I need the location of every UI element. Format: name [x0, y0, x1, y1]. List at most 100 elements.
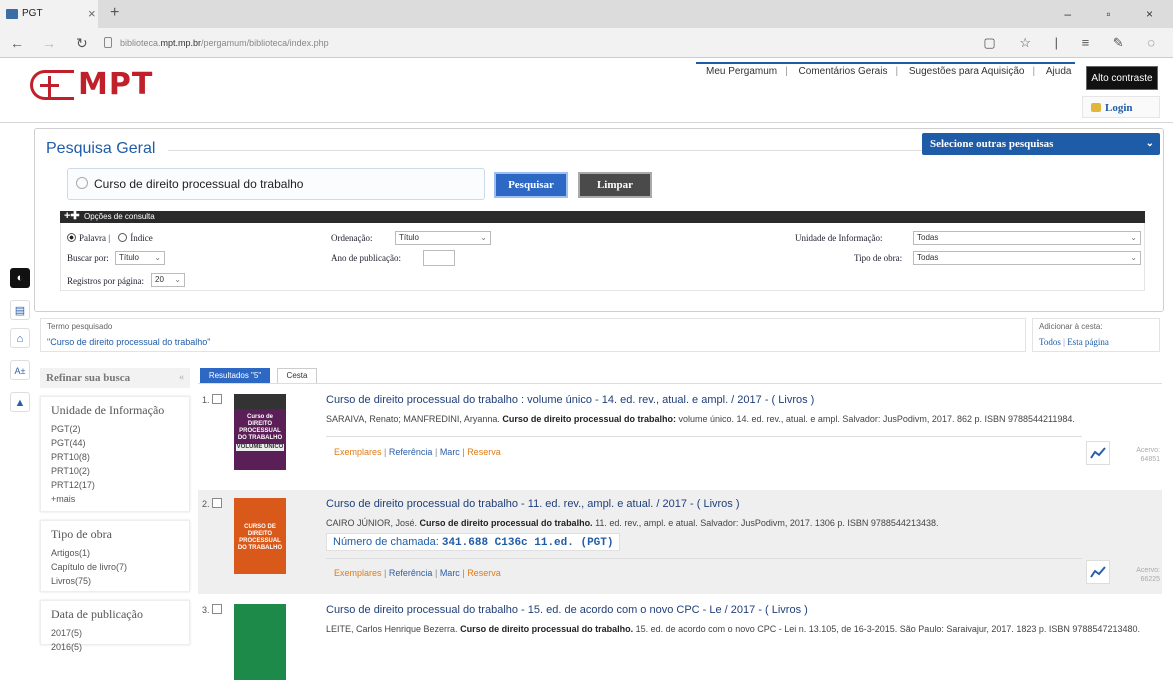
refine-item[interactable]: PRT10(8)	[51, 450, 189, 464]
radio-indice[interactable]	[118, 233, 128, 242]
back-arrow-icon[interactable]: ←	[10, 28, 24, 58]
unidade-select[interactable]: Todas ⌄	[913, 231, 1141, 245]
stats-icon[interactable]	[1086, 441, 1110, 465]
browser-tab-bar	[0, 0, 1173, 28]
link-referencia[interactable]: Referência	[389, 568, 433, 578]
link-ajuda[interactable]: Ajuda	[1042, 66, 1076, 77]
address-bar: ← → ↻ biblioteca.mpt.mp.br/pergamum/bibl…	[0, 28, 1173, 58]
book-cover[interactable]: Curso de DIREITO PROCESSUAL DO TRABALHO VOLU…	[234, 394, 286, 470]
result-links: Exemplares | Referência | Marc | Reserva	[334, 568, 501, 578]
url-field[interactable]: biblioteca.mpt.mp.br/pergamum/biblioteca…	[120, 28, 329, 58]
library-icon[interactable]: ▤	[10, 300, 30, 320]
link-marc[interactable]: Marc	[440, 568, 460, 578]
buscar-por-label: Buscar por:	[67, 253, 109, 263]
result-description: CAIRO JÚNIOR, José. Curso de direito pro…	[326, 518, 939, 528]
registros-label: Registros por página:	[67, 276, 144, 286]
top-links: Meu Pergamum | Comentários Gerais | Sugest…	[696, 62, 1076, 82]
refine-item[interactable]: PGT(2)	[51, 422, 189, 436]
refine-group-unidade: Unidade de Informação PGT(2) PGT(44) PRT…	[40, 396, 190, 512]
result-row: 3. Curso de direito processual do trabal…	[198, 596, 1162, 680]
book-cover[interactable]	[234, 604, 286, 680]
lock-icon	[104, 37, 112, 48]
ordenacao-select[interactable]: Título ⌄	[395, 231, 491, 245]
refine-item[interactable]: PGT(44)	[51, 436, 189, 450]
opcoes-consulta-bar[interactable]: +✚ Opções de consulta	[60, 210, 1145, 223]
chevron-down-icon: ⌄	[174, 275, 181, 284]
refine-group-data: Data de publicação 2017(5) 2016(5)	[40, 600, 190, 652]
termo-value: "Curso de direito processual do trabalho…	[47, 337, 211, 347]
refine-item[interactable]: Capítulo de livro(7)	[51, 560, 189, 574]
opcoes-area: Palavra | Índice Buscar por: Título ⌄ Reg…	[60, 223, 1145, 291]
link-exemplares[interactable]: Exemplares	[334, 447, 382, 457]
link-exemplares[interactable]: Exemplares	[334, 568, 382, 578]
search-input[interactable]: Curso de direito processual do trabalho	[67, 168, 485, 200]
tab-resultados[interactable]: Resultados "5"	[200, 368, 270, 384]
tab-close-icon[interactable]: ×	[88, 0, 96, 28]
cesta-pagina-link[interactable]: Esta página	[1067, 337, 1109, 347]
stats-icon[interactable]	[1086, 560, 1110, 584]
registros-select[interactable]: 20 ⌄	[151, 273, 185, 287]
refine-item[interactable]: 2016(5)	[51, 640, 189, 654]
forward-arrow-icon[interactable]: →	[42, 28, 56, 58]
radio-palavra[interactable]	[67, 233, 76, 242]
refine-item[interactable]: 2017(5)	[51, 626, 189, 640]
contrast-icon[interactable]: ◐	[10, 268, 30, 288]
termo-pesquisado: Termo pesquisado "Curso de direito proce…	[40, 318, 1026, 352]
new-tab-icon[interactable]: +	[110, 0, 119, 26]
chevron-down-icon: ⌄	[1130, 233, 1137, 242]
result-links: Exemplares | Referência | Marc | Reserva	[334, 447, 501, 457]
refine-more[interactable]: +mais	[51, 492, 189, 506]
limpar-button[interactable]: Limpar	[578, 172, 652, 198]
panel-title: Pesquisa Geral	[46, 140, 160, 158]
result-title[interactable]: Curso de direito processual do trabalho …	[326, 498, 740, 510]
chevron-down-icon: ⌄	[1130, 253, 1137, 262]
chevron-down-icon: ⌄	[480, 233, 487, 242]
search-icon	[76, 177, 88, 189]
link-sugestoes[interactable]: Sugestões para Aquisição	[905, 66, 1029, 77]
ordenacao-label: Ordenação:	[331, 233, 373, 243]
pesquisar-button[interactable]: Pesquisar	[494, 172, 568, 198]
home-icon[interactable]: ⌂	[10, 328, 30, 348]
link-reserva[interactable]: Reserva	[467, 447, 501, 457]
result-description: SARAIVA, Renato; MANFREDINI, Aryanna. Cu…	[326, 414, 1075, 424]
chevron-down-icon: ⌄	[1145, 138, 1154, 149]
tipo-obra-select[interactable]: Todas ⌄	[913, 251, 1141, 265]
login-button[interactable]: Login	[1082, 96, 1160, 118]
tab-title: PGT	[22, 8, 43, 19]
link-referencia[interactable]: Referência	[389, 447, 433, 457]
alto-contraste-button[interactable]: Alto contraste	[1086, 66, 1158, 90]
refine-item[interactable]: PRT12(17)	[51, 478, 189, 492]
result-checkbox[interactable]	[211, 604, 222, 614]
cesta-todos-link[interactable]: Todos	[1039, 337, 1061, 347]
refine-item[interactable]: PRT10(2)	[51, 464, 189, 478]
refine-item[interactable]: Livros(75)	[51, 574, 189, 588]
link-marc[interactable]: Marc	[440, 447, 460, 457]
result-checkbox[interactable]	[211, 498, 222, 508]
numero-chamada: Número de chamada: 341.688 C136c 11.ed. …	[326, 533, 621, 551]
refinar-header[interactable]: Refinar sua busca «	[40, 368, 190, 388]
book-cover[interactable]: CURSO DE DIREITO PROCESSUAL DO TRABALHO	[234, 498, 286, 574]
result-title[interactable]: Curso de direito processual do trabalho …	[326, 394, 814, 406]
ano-input[interactable]	[423, 250, 455, 266]
refine-item[interactable]: Artigos(1)	[51, 546, 189, 560]
outras-pesquisas-select[interactable]: Selecione outras pesquisas ⌄	[922, 133, 1160, 155]
link-reserva[interactable]: Reserva	[467, 568, 501, 578]
search-mode-radios: Palavra | Índice	[67, 233, 153, 243]
result-checkbox[interactable]	[211, 394, 222, 404]
scroll-top-icon[interactable]: ▲	[10, 392, 30, 412]
ano-label: Ano de publicação:	[331, 253, 401, 263]
window-controls[interactable]: – ▫ ×	[1064, 0, 1169, 28]
tab-cesta[interactable]: Cesta	[277, 368, 317, 384]
link-comentarios-gerais[interactable]: Comentários Gerais	[795, 66, 892, 77]
chevron-down-icon: ⌄	[154, 253, 161, 262]
browser-tab[interactable]: PGT	[0, 0, 98, 28]
logo-text: MPT	[78, 67, 154, 102]
result-title[interactable]: Curso de direito processual do trabalho …	[326, 604, 808, 616]
link-meu-pergamum[interactable]: Meu Pergamum	[702, 66, 781, 77]
buscar-por-select[interactable]: Título ⌄	[115, 251, 165, 265]
browser-toolbar-icons[interactable]: ▢ ☆ | ≡ ✎ ◌	[983, 28, 1165, 58]
site-favicon-icon	[6, 9, 18, 19]
collapse-icon: «	[179, 372, 184, 383]
font-size-icon[interactable]: A±	[10, 360, 30, 380]
refresh-icon[interactable]: ↻	[76, 28, 88, 58]
